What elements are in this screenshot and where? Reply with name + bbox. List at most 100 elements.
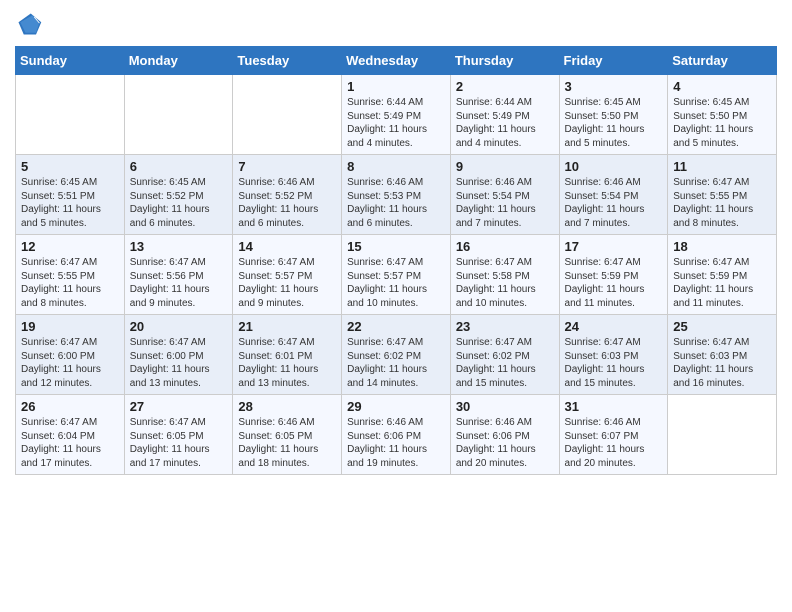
calendar-week-row: 1 Sunrise: 6:44 AMSunset: 5:49 PMDaylight… xyxy=(16,75,777,155)
day-info: Sunrise: 6:47 AMSunset: 5:58 PMDaylight:… xyxy=(456,256,554,310)
day-number: 20 xyxy=(130,319,228,334)
day-number: 24 xyxy=(565,319,663,334)
day-info: Sunrise: 6:47 AMSunset: 6:00 PMDaylight:… xyxy=(21,336,119,390)
day-number: 16 xyxy=(456,239,554,254)
day-number: 29 xyxy=(347,399,445,414)
day-number: 3 xyxy=(565,79,663,94)
day-info: Sunrise: 6:45 AMSunset: 5:52 PMDaylight:… xyxy=(130,176,228,230)
day-info: Sunrise: 6:44 AMSunset: 5:49 PMDaylight:… xyxy=(347,96,445,150)
day-number: 18 xyxy=(673,239,771,254)
day-info: Sunrise: 6:47 AMSunset: 5:57 PMDaylight:… xyxy=(238,256,336,310)
day-number: 19 xyxy=(21,319,119,334)
calendar-cell: 13Sunrise: 6:47 AMSunset: 5:56 PMDayligh… xyxy=(124,235,233,315)
day-number: 15 xyxy=(347,239,445,254)
day-info: Sunrise: 6:47 AMSunset: 6:03 PMDaylight:… xyxy=(673,336,771,390)
day-number: 8 xyxy=(347,159,445,174)
weekday-header: Tuesday xyxy=(233,47,342,75)
weekday-header: Sunday xyxy=(16,47,125,75)
day-number: 26 xyxy=(21,399,119,414)
calendar-cell: 29 Sunrise: 6:46 AMSunset: 6:06 PMDayligh… xyxy=(342,395,451,475)
day-number: 12 xyxy=(21,239,119,254)
calendar-cell: 18 Sunrise: 6:47 AMSunset: 5:59 PMDayligh… xyxy=(668,235,777,315)
calendar-cell: 1 Sunrise: 6:44 AMSunset: 5:49 PMDaylight… xyxy=(342,75,451,155)
calendar-cell: 16 Sunrise: 6:47 AMSunset: 5:58 PMDayligh… xyxy=(450,235,559,315)
calendar-cell: 2 Sunrise: 6:44 AMSunset: 5:49 PMDaylight… xyxy=(450,75,559,155)
day-info: Sunrise: 6:47 AMSunset: 5:57 PMDaylight:… xyxy=(347,256,445,310)
weekday-header: Friday xyxy=(559,47,668,75)
calendar-cell: 9Sunrise: 6:46 AMSunset: 5:54 PMDaylight… xyxy=(450,155,559,235)
day-number: 28 xyxy=(238,399,336,414)
calendar-cell: 14 Sunrise: 6:47 AMSunset: 5:57 PMDayligh… xyxy=(233,235,342,315)
day-number: 10 xyxy=(565,159,663,174)
day-info: Sunrise: 6:46 AMSunset: 6:05 PMDaylight:… xyxy=(238,416,336,470)
calendar-cell: 5Sunrise: 6:45 AMSunset: 5:51 PMDaylight… xyxy=(16,155,125,235)
day-info: Sunrise: 6:45 AMSunset: 5:50 PMDaylight:… xyxy=(673,96,771,150)
day-info: Sunrise: 6:45 AMSunset: 5:50 PMDaylight:… xyxy=(565,96,663,150)
logo xyxy=(15,10,47,38)
calendar-cell: 8 Sunrise: 6:46 AMSunset: 5:53 PMDaylight… xyxy=(342,155,451,235)
day-info: Sunrise: 6:46 AMSunset: 5:54 PMDaylight:… xyxy=(456,176,554,230)
calendar-cell: 11 Sunrise: 6:47 AMSunset: 5:55 PMDayligh… xyxy=(668,155,777,235)
calendar-week-row: 5Sunrise: 6:45 AMSunset: 5:51 PMDaylight… xyxy=(16,155,777,235)
day-info: Sunrise: 6:46 AMSunset: 6:06 PMDaylight:… xyxy=(456,416,554,470)
day-number: 7 xyxy=(238,159,336,174)
day-info: Sunrise: 6:46 AMSunset: 6:06 PMDaylight:… xyxy=(347,416,445,470)
calendar-week-row: 12 Sunrise: 6:47 AMSunset: 5:55 PMDayligh… xyxy=(16,235,777,315)
weekday-header: Saturday xyxy=(668,47,777,75)
calendar-cell xyxy=(233,75,342,155)
day-info: Sunrise: 6:47 AMSunset: 6:03 PMDaylight:… xyxy=(565,336,663,390)
calendar-cell: 21 Sunrise: 6:47 AMSunset: 6:01 PMDayligh… xyxy=(233,315,342,395)
calendar-cell: 28 Sunrise: 6:46 AMSunset: 6:05 PMDayligh… xyxy=(233,395,342,475)
calendar-week-row: 26 Sunrise: 6:47 AMSunset: 6:04 PMDayligh… xyxy=(16,395,777,475)
calendar-cell: 27 Sunrise: 6:47 AMSunset: 6:05 PMDayligh… xyxy=(124,395,233,475)
day-number: 31 xyxy=(565,399,663,414)
day-info: Sunrise: 6:47 AMSunset: 5:55 PMDaylight:… xyxy=(673,176,771,230)
calendar-cell: 19 Sunrise: 6:47 AMSunset: 6:00 PMDayligh… xyxy=(16,315,125,395)
calendar-cell: 6 Sunrise: 6:45 AMSunset: 5:52 PMDaylight… xyxy=(124,155,233,235)
day-number: 14 xyxy=(238,239,336,254)
day-number: 5 xyxy=(21,159,119,174)
page-header xyxy=(15,10,777,38)
day-info: Sunrise: 6:47 AMSunset: 6:01 PMDaylight:… xyxy=(238,336,336,390)
day-number: 23 xyxy=(456,319,554,334)
weekday-header: Monday xyxy=(124,47,233,75)
calendar-cell xyxy=(124,75,233,155)
calendar-week-row: 19 Sunrise: 6:47 AMSunset: 6:00 PMDayligh… xyxy=(16,315,777,395)
weekday-header: Wednesday xyxy=(342,47,451,75)
calendar-cell: 20Sunrise: 6:47 AMSunset: 6:00 PMDayligh… xyxy=(124,315,233,395)
day-number: 25 xyxy=(673,319,771,334)
day-number: 1 xyxy=(347,79,445,94)
weekday-header-row: SundayMondayTuesdayWednesdayThursdayFrid… xyxy=(16,47,777,75)
day-info: Sunrise: 6:46 AMSunset: 5:53 PMDaylight:… xyxy=(347,176,445,230)
calendar-cell xyxy=(668,395,777,475)
day-number: 2 xyxy=(456,79,554,94)
calendar-cell: 24 Sunrise: 6:47 AMSunset: 6:03 PMDayligh… xyxy=(559,315,668,395)
calendar-cell: 25 Sunrise: 6:47 AMSunset: 6:03 PMDayligh… xyxy=(668,315,777,395)
day-info: Sunrise: 6:47 AMSunset: 6:04 PMDaylight:… xyxy=(21,416,119,470)
day-number: 21 xyxy=(238,319,336,334)
day-number: 27 xyxy=(130,399,228,414)
day-info: Sunrise: 6:47 AMSunset: 5:59 PMDaylight:… xyxy=(673,256,771,310)
day-info: Sunrise: 6:47 AMSunset: 6:02 PMDaylight:… xyxy=(347,336,445,390)
logo-icon xyxy=(15,10,43,38)
day-number: 6 xyxy=(130,159,228,174)
calendar-cell: 22Sunrise: 6:47 AMSunset: 6:02 PMDayligh… xyxy=(342,315,451,395)
calendar-cell: 7 Sunrise: 6:46 AMSunset: 5:52 PMDaylight… xyxy=(233,155,342,235)
day-info: Sunrise: 6:46 AMSunset: 5:52 PMDaylight:… xyxy=(238,176,336,230)
calendar-cell xyxy=(16,75,125,155)
day-info: Sunrise: 6:47 AMSunset: 5:55 PMDaylight:… xyxy=(21,256,119,310)
day-info: Sunrise: 6:44 AMSunset: 5:49 PMDaylight:… xyxy=(456,96,554,150)
day-number: 4 xyxy=(673,79,771,94)
calendar-cell: 10 Sunrise: 6:46 AMSunset: 5:54 PMDayligh… xyxy=(559,155,668,235)
day-info: Sunrise: 6:47 AMSunset: 5:59 PMDaylight:… xyxy=(565,256,663,310)
day-number: 11 xyxy=(673,159,771,174)
calendar-cell: 26 Sunrise: 6:47 AMSunset: 6:04 PMDayligh… xyxy=(16,395,125,475)
day-info: Sunrise: 6:47 AMSunset: 6:05 PMDaylight:… xyxy=(130,416,228,470)
calendar-cell: 3 Sunrise: 6:45 AMSunset: 5:50 PMDaylight… xyxy=(559,75,668,155)
calendar-table: SundayMondayTuesdayWednesdayThursdayFrid… xyxy=(15,46,777,475)
day-info: Sunrise: 6:47 AMSunset: 5:56 PMDaylight:… xyxy=(130,256,228,310)
day-info: Sunrise: 6:46 AMSunset: 5:54 PMDaylight:… xyxy=(565,176,663,230)
day-info: Sunrise: 6:47 AMSunset: 6:02 PMDaylight:… xyxy=(456,336,554,390)
calendar-cell: 23 Sunrise: 6:47 AMSunset: 6:02 PMDayligh… xyxy=(450,315,559,395)
day-number: 17 xyxy=(565,239,663,254)
